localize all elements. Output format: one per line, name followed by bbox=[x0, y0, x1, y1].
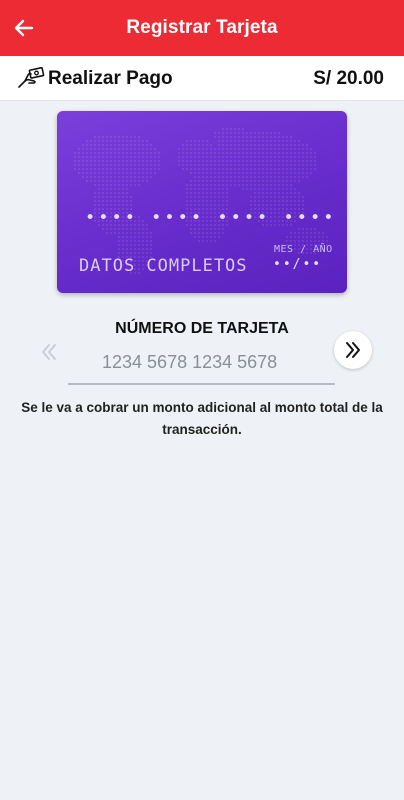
app-bar: Registrar Tarjeta bbox=[0, 0, 404, 56]
card-holder-placeholder: DATOS COMPLETOS bbox=[79, 256, 248, 276]
page-title: Registrar Tarjeta bbox=[126, 17, 278, 38]
double-chevron-right-icon bbox=[346, 342, 360, 358]
surcharge-notice: Se le va a cobrar un monto adicional al … bbox=[21, 400, 383, 437]
card-expiry-label: MES / AÑO bbox=[274, 244, 333, 255]
hand-money-icon bbox=[18, 67, 45, 88]
card-number-input[interactable] bbox=[102, 350, 292, 374]
previous-field-button[interactable] bbox=[34, 337, 64, 367]
card-number-mask: •••• •••• •••• •••• bbox=[85, 208, 337, 228]
payment-label: Realizar Pago bbox=[48, 68, 173, 89]
card-number-underline bbox=[68, 383, 335, 385]
credit-card-preview: •••• •••• •••• •••• DATOS COMPLETOS MES … bbox=[57, 111, 347, 293]
double-chevron-left-icon bbox=[42, 344, 56, 360]
payment-summary-bar: Realizar Pago S/ 20.00 bbox=[0, 56, 404, 101]
payment-amount: S/ 20.00 bbox=[313, 68, 384, 89]
next-field-button[interactable] bbox=[334, 331, 372, 369]
card-expiry-value: ••/•• bbox=[273, 257, 323, 272]
